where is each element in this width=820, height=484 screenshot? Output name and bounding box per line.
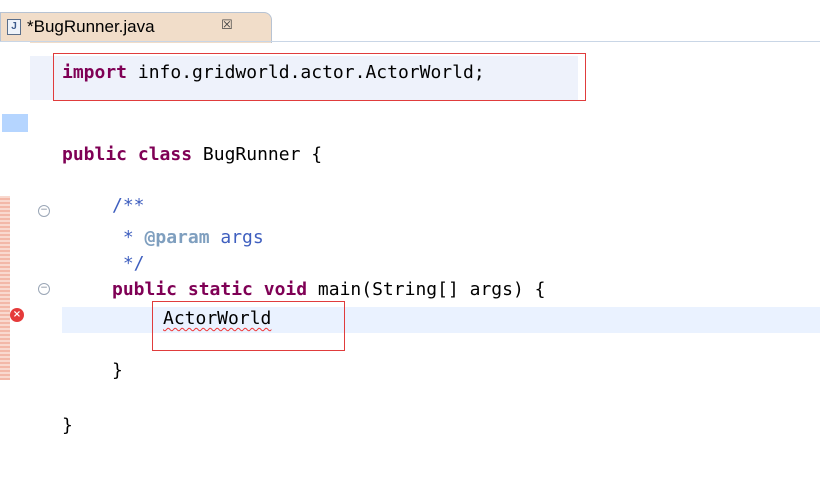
- fold-collapse-icon[interactable]: −: [38, 283, 50, 295]
- class-name: BugRunner {: [192, 144, 323, 165]
- doc-prefix: *: [112, 227, 145, 248]
- java-file-icon: J: [7, 19, 21, 35]
- doc-param-name: args: [209, 227, 264, 248]
- error-marker-icon[interactable]: ×: [10, 308, 24, 322]
- ruler-highlight: [2, 114, 28, 132]
- error-overview-stripe: [0, 196, 10, 380]
- method-signature: main(String[] args) {: [307, 279, 546, 300]
- javadoc-tag: @param: [144, 227, 210, 248]
- close-icon[interactable]: ☒: [221, 18, 233, 33]
- annotation-box-error: [152, 301, 345, 351]
- keyword: static: [177, 279, 253, 300]
- tab-title: *BugRunner.java: [27, 17, 155, 36]
- tabbar-divider: [0, 41, 820, 42]
- keyword: public: [62, 144, 128, 165]
- keyword: void: [252, 279, 308, 300]
- editor-tab-bar: J *BugRunner.java ☒: [0, 0, 820, 43]
- code-line-doc-close[interactable]: */: [112, 252, 145, 276]
- code-line-close-class[interactable]: }: [62, 414, 73, 438]
- code-line-main[interactable]: public static void main(String[] args) {: [112, 278, 546, 302]
- code-line-doc-param[interactable]: * @param args: [112, 226, 264, 250]
- keyword: class: [127, 144, 193, 165]
- editor-tab-bugrunner[interactable]: J *BugRunner.java ☒: [0, 12, 272, 43]
- code-line-doc-open[interactable]: /**: [112, 194, 145, 218]
- code-line-class[interactable]: public class BugRunner {: [62, 143, 322, 167]
- code-line-close-method[interactable]: }: [112, 359, 123, 383]
- fold-collapse-icon[interactable]: −: [38, 205, 50, 217]
- annotation-box-import: [53, 53, 586, 101]
- keyword: public: [112, 279, 178, 300]
